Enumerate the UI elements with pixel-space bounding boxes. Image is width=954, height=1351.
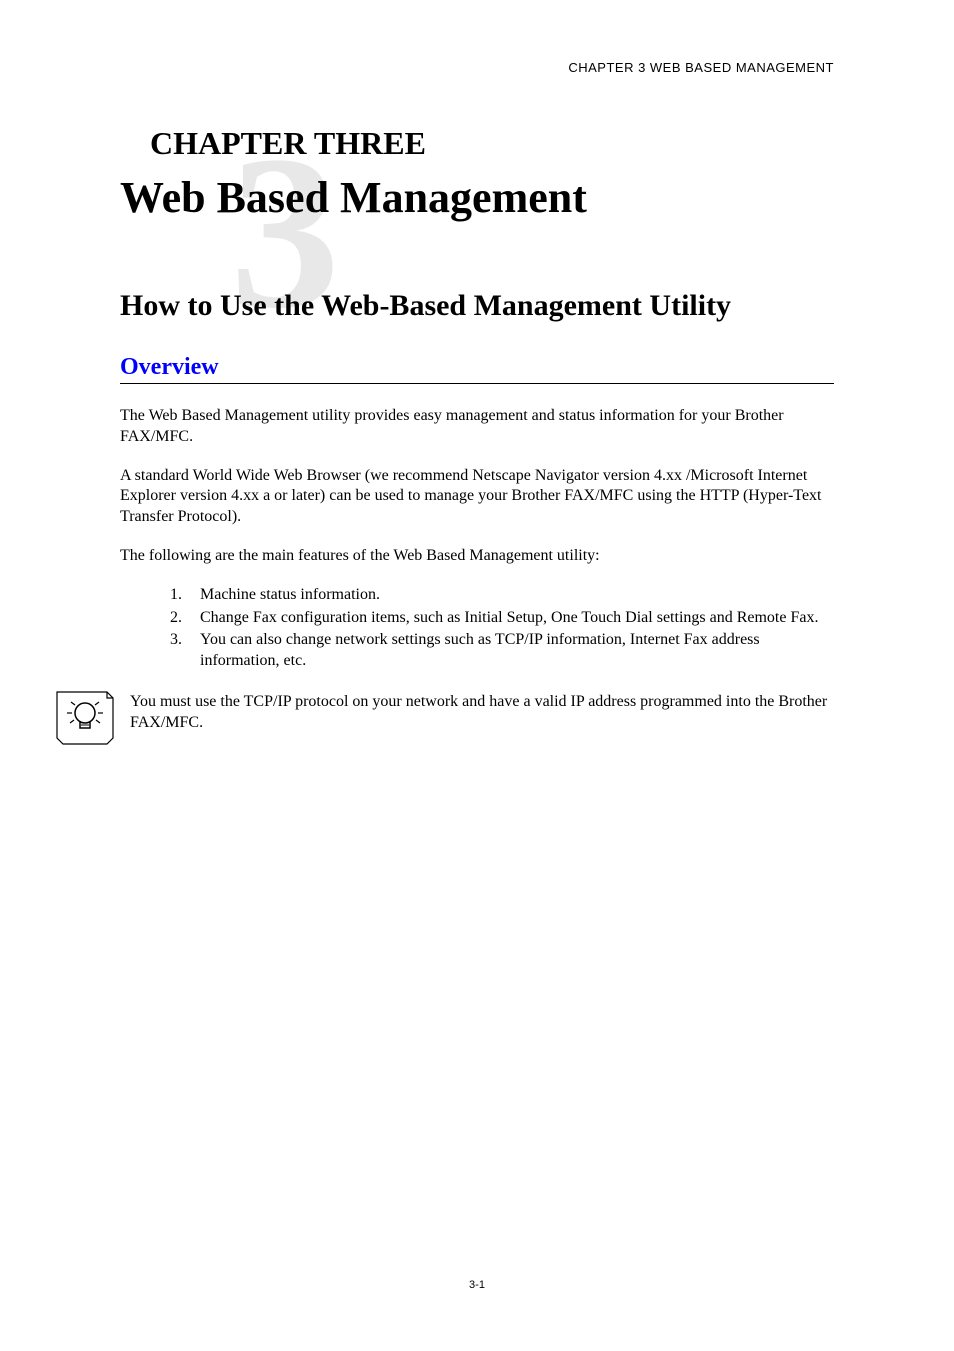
body-paragraph: The Web Based Management utility provide… (120, 406, 834, 448)
list-item: 3. You can also change network settings … (170, 630, 834, 672)
list-text: Machine status information. (200, 585, 834, 606)
lightbulb-note-icon (55, 690, 115, 745)
running-header: CHAPTER 3 WEB BASED MANAGEMENT (120, 60, 834, 75)
list-item: 1. Machine status information. (170, 585, 834, 606)
list-item: 2. Change Fax configuration items, such … (170, 608, 834, 629)
list-text: You can also change network settings suc… (200, 630, 834, 672)
subsection-title: Overview (120, 354, 834, 384)
section-title: How to Use the Web-Based Management Util… (120, 288, 834, 324)
note-text: You must use the TCP/IP protocol on your… (130, 690, 834, 734)
numbered-list: 1. Machine status information. 2. Change… (170, 585, 834, 672)
list-number: 3. (170, 630, 200, 672)
chapter-title-container: 3 Web Based Management How to Use the We… (120, 172, 834, 324)
list-number: 1. (170, 585, 200, 606)
list-text: Change Fax configuration items, such as … (200, 608, 834, 629)
note-block: You must use the TCP/IP protocol on your… (55, 690, 834, 745)
chapter-title: Web Based Management (120, 172, 834, 223)
page-number: 3-1 (0, 1279, 954, 1291)
document-page: CHAPTER 3 WEB BASED MANAGEMENT CHAPTER T… (0, 0, 954, 1351)
body-paragraph: The following are the main features of t… (120, 546, 834, 567)
body-paragraph: A standard World Wide Web Browser (we re… (120, 466, 834, 528)
list-number: 2. (170, 608, 200, 629)
